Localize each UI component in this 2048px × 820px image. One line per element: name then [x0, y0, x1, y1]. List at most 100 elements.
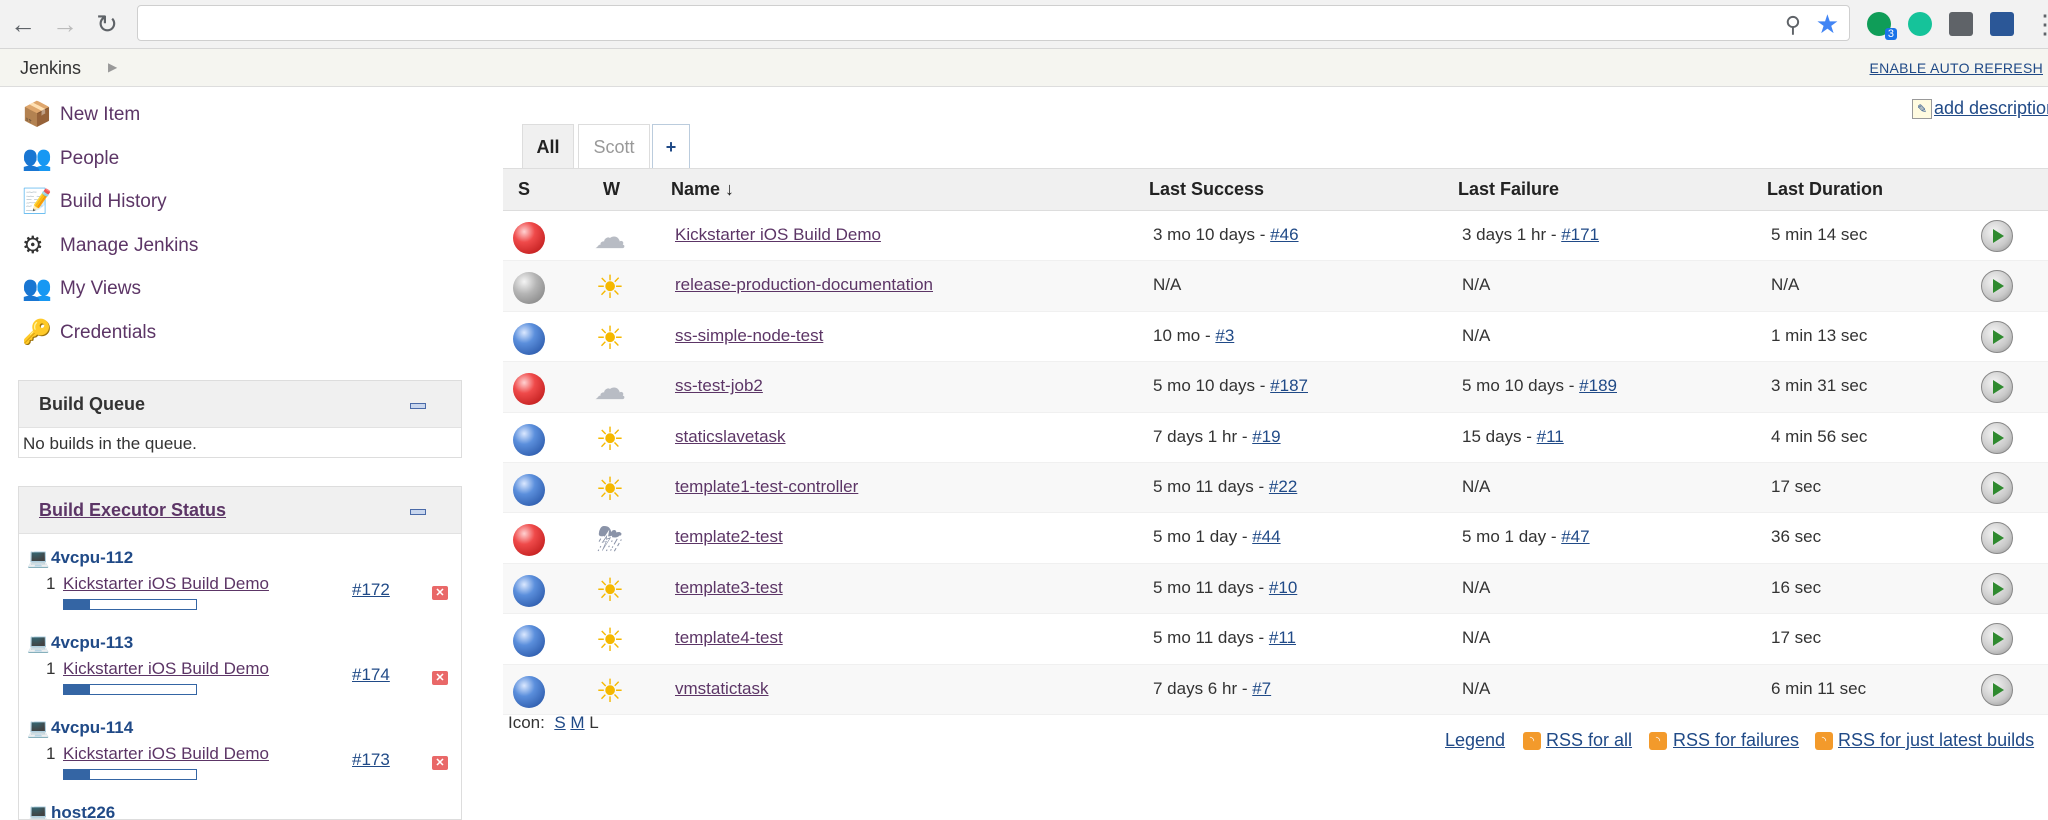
- header-weather[interactable]: W: [603, 179, 620, 200]
- table-row: ☀ release-production-documentation N/A N/A N…: [503, 261, 2048, 312]
- schedule-build-icon[interactable]: [1981, 320, 2013, 353]
- build-progress-bar[interactable]: [63, 599, 197, 610]
- last-success-build-link[interactable]: #46: [1270, 225, 1298, 244]
- executor-list: 💻 4vcpu-112 1 Kickstarter iOS Build Demo #17…: [19, 534, 461, 819]
- green-extension-icon[interactable]: 3: [1867, 12, 1897, 40]
- last-success-time: 5 mo 10 days -: [1153, 376, 1271, 396]
- host-name-link[interactable]: host226: [51, 803, 115, 819]
- executor-build-link[interactable]: #173: [352, 750, 390, 770]
- reload-icon[interactable]: ↻: [92, 9, 122, 39]
- job-link[interactable]: template2-test: [675, 527, 783, 546]
- last-failure-build-link[interactable]: #11: [1537, 427, 1564, 446]
- executor-build-link[interactable]: #172: [352, 580, 390, 600]
- build-queue-empty: No builds in the queue.: [23, 434, 197, 453]
- enable-auto-refresh-link[interactable]: ENABLE AUTO REFRESH: [1870, 60, 2044, 76]
- last-success-build-link[interactable]: #44: [1252, 527, 1280, 546]
- last-success-build-link[interactable]: #187: [1270, 376, 1308, 395]
- schedule-build-icon[interactable]: [1981, 623, 2013, 656]
- gear-icon: ⚙: [22, 231, 44, 259]
- job-link[interactable]: release-production-documentation: [675, 275, 933, 294]
- last-duration-cell: 16 sec: [1771, 577, 1822, 597]
- add-description-link[interactable]: ✎ add description: [1912, 98, 2048, 120]
- stop-build-icon[interactable]: ✕: [432, 756, 448, 770]
- forward-arrow-icon[interactable]: →: [50, 9, 80, 39]
- build-progress-bar[interactable]: [63, 684, 197, 695]
- schedule-build-icon[interactable]: [1981, 421, 2013, 454]
- header-last-duration[interactable]: Last Duration: [1767, 179, 1883, 200]
- icon-size-m[interactable]: M: [570, 713, 584, 732]
- header-status[interactable]: S: [518, 179, 530, 200]
- legend-link[interactable]: Legend: [1445, 730, 1505, 751]
- stop-build-icon[interactable]: ✕: [432, 586, 448, 600]
- executor-build-link[interactable]: #174: [352, 665, 390, 685]
- schedule-build-icon[interactable]: [1981, 522, 2013, 555]
- breadcrumb-arrow-icon[interactable]: ▶: [108, 60, 117, 74]
- header-last-success[interactable]: Last Success: [1149, 179, 1264, 200]
- last-duration-cell: N/A: [1771, 275, 1800, 295]
- table-row: ☀ staticslavetask 7 days 1 hr - #19 15 days…: [503, 413, 2048, 463]
- executor-job-link[interactable]: Kickstarter iOS Build Demo: [63, 744, 269, 764]
- last-failure-build-link[interactable]: #171: [1561, 225, 1599, 244]
- last-success-cell: 5 mo 1 day - #44: [1153, 527, 1281, 547]
- schedule-build-icon[interactable]: [1981, 371, 2013, 404]
- last-failure-build-link[interactable]: #189: [1579, 376, 1617, 395]
- job-link[interactable]: vmstatictask: [675, 679, 769, 698]
- schedule-build-icon[interactable]: [1981, 220, 2013, 252]
- bookmark-star-icon[interactable]: ★: [1816, 9, 1839, 40]
- new-item-icon: 📦: [22, 101, 52, 128]
- job-link[interactable]: ss-test-job2: [675, 376, 763, 395]
- rss-icon: [1815, 732, 1833, 750]
- back-arrow-icon[interactable]: ←: [8, 9, 38, 39]
- header-last-failure[interactable]: Last Failure: [1458, 179, 1559, 200]
- job-link[interactable]: staticslavetask: [675, 427, 786, 446]
- executor-job-link[interactable]: Kickstarter iOS Build Demo: [63, 659, 269, 679]
- host-name-link[interactable]: 4vcpu-114: [51, 718, 133, 738]
- job-link[interactable]: template1-test-controller: [675, 477, 858, 496]
- last-success-build-link[interactable]: #11: [1269, 628, 1296, 647]
- table-row: ⛈ template2-test 5 mo 1 day - #44 5 mo 1 da…: [503, 513, 2048, 564]
- task-label: Credentials: [60, 321, 157, 343]
- host-name-link[interactable]: 4vcpu-113: [51, 633, 133, 653]
- rss-latest-link[interactable]: RSS for just latest builds: [1838, 730, 2034, 751]
- header-name[interactable]: Name ↓: [671, 179, 734, 200]
- profile-icon[interactable]: [1990, 12, 2014, 36]
- icon-size-s[interactable]: S: [554, 713, 565, 732]
- schedule-build-icon[interactable]: [1981, 673, 2013, 706]
- schedule-build-icon[interactable]: [1981, 572, 2013, 605]
- collapse-icon[interactable]: [410, 509, 426, 515]
- last-success-build-link[interactable]: #19: [1252, 427, 1280, 446]
- grammarly-icon[interactable]: [1908, 12, 1932, 36]
- last-success-build-link[interactable]: #22: [1269, 477, 1297, 496]
- zoom-out-icon[interactable]: ⚲: [1785, 12, 1801, 38]
- last-success-build-link[interactable]: #7: [1252, 679, 1271, 698]
- job-name-cell: release-production-documentation: [675, 275, 933, 295]
- breadcrumb-jenkins[interactable]: Jenkins: [20, 58, 81, 79]
- executor-status-title[interactable]: Build Executor Status: [39, 500, 226, 521]
- last-success-build-link[interactable]: #3: [1215, 326, 1234, 345]
- executor-job-link[interactable]: Kickstarter iOS Build Demo: [63, 574, 269, 594]
- schedule-build-icon[interactable]: [1981, 270, 2013, 303]
- last-success-build-link[interactable]: #10: [1269, 578, 1297, 597]
- stop-build-icon[interactable]: ✕: [432, 671, 448, 685]
- kebab-menu-icon[interactable]: ⋮: [2030, 9, 2048, 39]
- build-progress-bar[interactable]: [63, 769, 197, 780]
- tab-all[interactable]: All: [522, 124, 574, 168]
- rss-all-link[interactable]: RSS for all: [1546, 730, 1632, 751]
- job-link[interactable]: template4-test: [675, 628, 783, 647]
- job-link[interactable]: template3-test: [675, 578, 783, 597]
- last-failure-build-link[interactable]: #47: [1561, 527, 1589, 546]
- job-link[interactable]: ss-simple-node-test: [675, 326, 823, 345]
- collapse-icon[interactable]: [410, 403, 426, 409]
- add-view-tab[interactable]: +: [652, 124, 690, 168]
- address-bar[interactable]: ⚲ ★: [137, 5, 1850, 41]
- cast-icon[interactable]: [1949, 12, 1973, 36]
- schedule-build-icon[interactable]: [1981, 471, 2013, 504]
- tab-scott[interactable]: Scott: [578, 124, 650, 168]
- host-name-link[interactable]: 4vcpu-112: [51, 548, 133, 568]
- executor-host: 💻 4vcpu-112: [19, 544, 461, 572]
- executor-number: 1: [46, 744, 56, 763]
- last-success-time: 3 mo 10 days -: [1153, 225, 1271, 244]
- task-label: New Item: [60, 104, 141, 125]
- rss-failures-link[interactable]: RSS for failures: [1673, 730, 1799, 751]
- job-link[interactable]: Kickstarter iOS Build Demo: [675, 225, 881, 244]
